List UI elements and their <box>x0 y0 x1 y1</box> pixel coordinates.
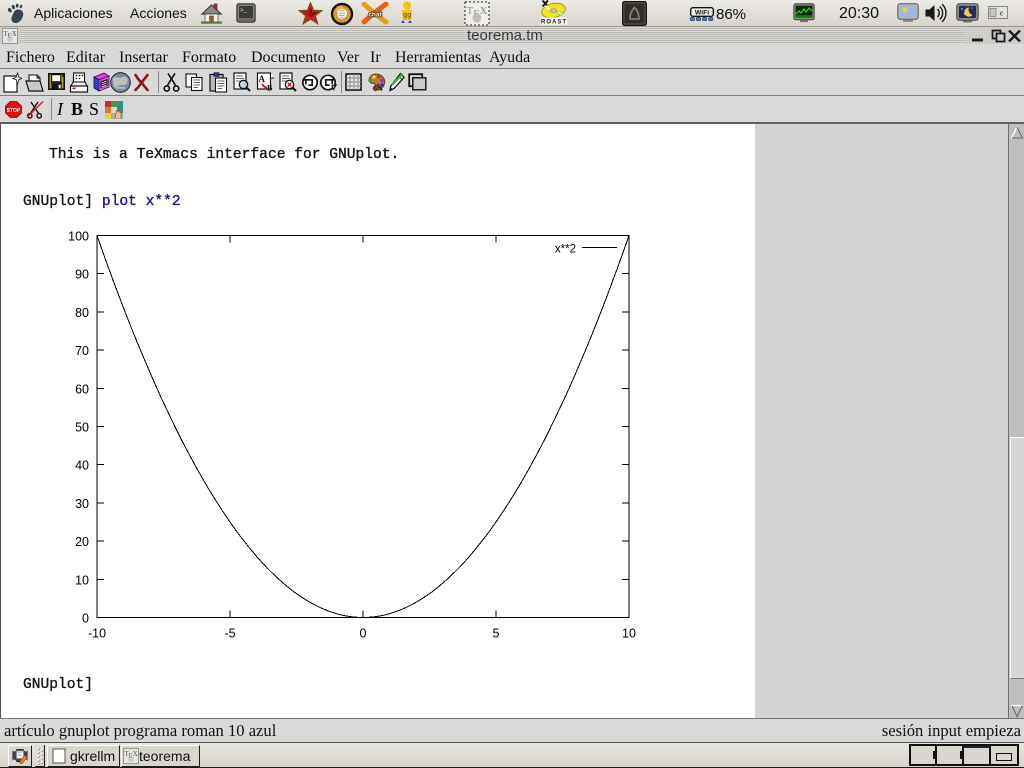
svg-text:-5: -5 <box>224 627 235 641</box>
svg-text:60: 60 <box>75 382 89 396</box>
svg-text:0: 0 <box>360 627 367 641</box>
svg-text:90: 90 <box>75 268 89 282</box>
svg-text:ROAST: ROAST <box>541 20 567 26</box>
svg-text:STOP: STOP <box>7 108 21 114</box>
svg-text:-10: -10 <box>88 627 106 641</box>
svg-text:chat: chat <box>368 12 382 19</box>
svg-text:B: B <box>267 84 273 93</box>
svg-text:40: 40 <box>75 459 89 473</box>
svg-text:WiFi: WiFi <box>695 10 709 17</box>
svg-text:80: 80 <box>75 306 89 320</box>
svg-text:x**2: x**2 <box>555 244 576 256</box>
svg-text:100: 100 <box>68 230 89 244</box>
svg-text:10: 10 <box>75 573 89 587</box>
svg-text:0: 0 <box>82 612 89 626</box>
svg-text:10: 10 <box>622 627 636 641</box>
svg-text:5: 5 <box>493 627 500 641</box>
svg-text:50: 50 <box>75 421 89 435</box>
svg-text:70: 70 <box>75 344 89 358</box>
svg-text:gg: gg <box>403 12 412 19</box>
svg-text:20: 20 <box>75 535 89 549</box>
svg-text:>_: >_ <box>240 7 248 14</box>
svg-text:A: A <box>259 74 266 84</box>
svg-text:30: 30 <box>75 497 89 511</box>
svg-text:e: e <box>1000 9 1004 18</box>
